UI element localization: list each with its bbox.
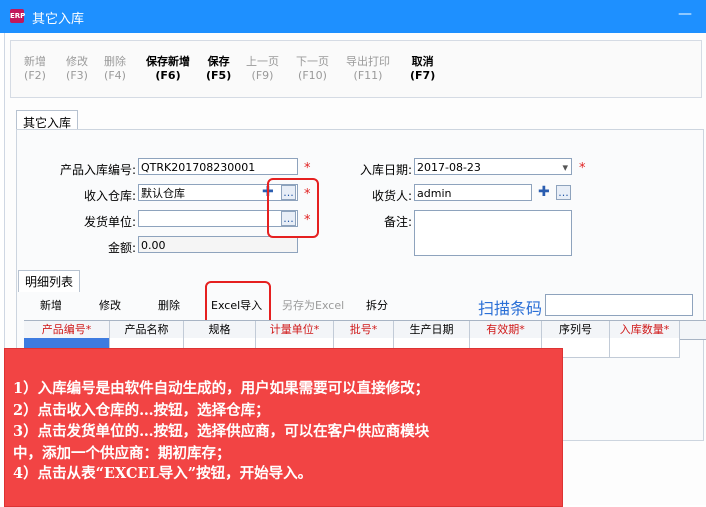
amount-label: 金额: — [107, 241, 136, 255]
toolbar-button-label: 新增 — [24, 55, 46, 68]
toolbar-button-3[interactable]: 保存新增 (F6) — [146, 55, 190, 83]
warehouse-label: 收入仓库: — [83, 189, 136, 203]
window-title: 其它入库 — [32, 12, 85, 27]
toolbar-button-label: 保存新增 — [146, 55, 190, 68]
receiver-label: 收货人: — [371, 189, 412, 203]
product-code-label: 产品入库编号: — [59, 163, 136, 177]
toolbar-button-1[interactable]: 修改 (F3) — [66, 55, 88, 83]
add-receiver-icon[interactable]: ✚ — [538, 184, 550, 200]
date-value: 2017-08-23 — [417, 161, 481, 174]
column-header-6[interactable]: 有效期* — [470, 321, 542, 339]
toolbar-button-shortcut: (F2) — [24, 69, 46, 82]
toolbar-button-label: 取消 — [411, 55, 434, 68]
scan-barcode-label: 扫描条码 — [478, 299, 543, 318]
toolbar-button-8[interactable]: 取消 (F7) — [410, 55, 435, 83]
toolbar-button-shortcut: (F9) — [251, 69, 274, 82]
toolbar-button-shortcut: (F6) — [155, 69, 181, 82]
toolbar-button-label: 修改 — [66, 55, 88, 68]
receiver-input[interactable]: admin — [414, 184, 532, 201]
calendar-dropdown-icon[interactable]: ▾ — [562, 159, 568, 174]
column-header-4[interactable]: 批号* — [334, 321, 394, 339]
app-logo-icon: ERP — [10, 9, 25, 23]
required-mark: * — [304, 161, 311, 176]
column-header-5[interactable]: 生产日期 — [394, 321, 470, 339]
column-header-1[interactable]: 产品名称 — [110, 321, 184, 339]
note-line-4: 中，添加一个供应商：期初库存； — [13, 445, 231, 462]
date-label: 入库日期: — [359, 163, 412, 177]
remark-label: 备注: — [383, 215, 412, 229]
instruction-note: 1）入库编号是由软件自动生成的，用户如果需要可以直接修改； 2）点击收入仓库的…按… — [4, 348, 563, 507]
toolbar-button-shortcut: (F3) — [66, 69, 88, 82]
toolbar-button-5[interactable]: 上一页 (F9) — [246, 55, 279, 83]
receiver-ellipsis-button[interactable]: ... — [556, 185, 571, 200]
detail-button-0[interactable]: 新增 — [40, 297, 62, 313]
column-header-0[interactable]: 产品编号* — [24, 321, 110, 339]
note-line-2: 2）点击收入仓库的…按钮，选择仓库； — [13, 402, 270, 419]
note-line-1: 1）入库编号是由软件自动生成的，用户如果需要可以直接修改； — [13, 380, 430, 397]
minimize-button[interactable]: — — [678, 6, 692, 22]
detail-button-1[interactable]: 修改 — [99, 297, 121, 313]
date-input[interactable]: 2017-08-23 ▾ — [414, 158, 572, 175]
toolbar-button-label: 删除 — [104, 55, 126, 68]
column-header-2[interactable]: 规格 — [184, 321, 256, 339]
toolbar-button-shortcut: (F10) — [298, 69, 327, 82]
detail-button-4[interactable]: 另存为Excel — [282, 297, 344, 313]
required-mark: * — [579, 161, 586, 176]
toolbar-button-shortcut: (F7) — [410, 69, 436, 82]
toolbar-button-shortcut: (F11) — [353, 69, 383, 82]
supplier-label: 发货单位: — [83, 215, 136, 229]
toolbar-button-label: 上一页 — [246, 55, 279, 68]
note-line-3: 3）点击发货单位的…按钮，选择供应商，可以在客户供应商模块 — [13, 423, 430, 440]
toolbar-button-7[interactable]: 导出打印 (F11) — [346, 55, 390, 83]
toolbar-button-label: 导出打印 — [346, 55, 390, 68]
table-cell[interactable] — [610, 338, 680, 358]
scan-barcode-input[interactable] — [545, 294, 693, 316]
toolbar-button-shortcut: (F4) — [104, 69, 126, 82]
title-bar: ERP 其它入库 — — [0, 0, 706, 33]
highlight-ellipsis-buttons — [267, 178, 319, 238]
toolbar-button-4[interactable]: 保存 (F5) — [206, 55, 231, 83]
remark-input[interactable] — [414, 210, 572, 256]
toolbar-button-0[interactable]: 新增 (F2) — [24, 55, 46, 83]
amount-input[interactable]: 0.00 — [138, 236, 298, 253]
column-header-8[interactable]: 入库数量* — [610, 321, 680, 339]
toolbar-button-label: 保存 — [207, 55, 230, 68]
toolbar-button-2[interactable]: 删除 (F4) — [104, 55, 126, 83]
toolbar-button-shortcut: (F5) — [206, 69, 232, 82]
grid-header: 产品编号* 产品名称 规格 计量单位* 批号* 生产日期 有效期* 序列号 入库数量* — [24, 320, 706, 340]
column-header-3[interactable]: 计量单位* — [256, 321, 334, 339]
note-line-5: 4）点击从表“EXCEL导入”按钮，开始导入。 — [13, 465, 313, 482]
toolbar-button-6[interactable]: 下一页 (F10) — [296, 55, 329, 83]
detail-button-2[interactable]: 删除 — [158, 297, 180, 313]
column-header-7[interactable]: 序列号 — [542, 321, 610, 339]
product-code-input[interactable]: QTRK201708230001 — [138, 158, 298, 175]
toolbar-button-label: 下一页 — [296, 55, 329, 68]
tab-detail-list[interactable]: 明细列表 — [18, 270, 81, 292]
detail-button-5[interactable]: 拆分 — [366, 297, 388, 313]
